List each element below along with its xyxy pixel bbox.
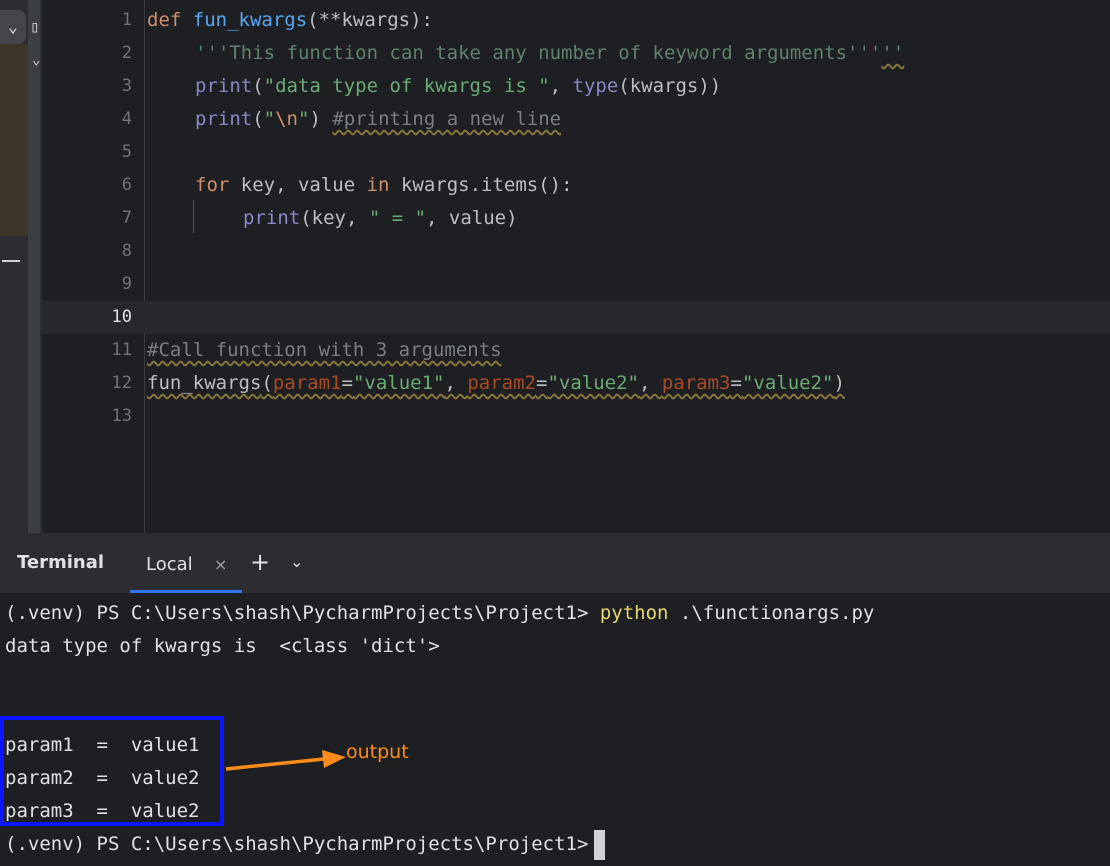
code-line[interactable]: 6 for key, value in kwargs.items(): (42, 169, 1110, 202)
code-line[interactable]: 11 #Call function with 3 arguments (42, 334, 1110, 367)
line-number: 10 (111, 307, 132, 327)
chevron-down-icon[interactable]: ⌄ (0, 10, 26, 44)
terminal-cursor (594, 829, 606, 860)
close-icon[interactable]: × (214, 555, 227, 574)
code-text: print("\n") #printing a new line (195, 108, 562, 130)
code-text: def fun_kwargs(**kwargs): (147, 9, 433, 31)
code-text: for key, value in kwargs.items(): (195, 174, 573, 196)
chevron-down-icon[interactable]: ⌄ (290, 552, 303, 571)
line-number: 9 (121, 274, 132, 294)
chevron-down-icon[interactable]: ⌄ (32, 52, 40, 68)
terminal-line: data type of kwargs is <class 'dict'> (5, 635, 440, 657)
line-number: 6 (121, 175, 132, 195)
terminal-title: Terminal (17, 552, 105, 573)
terminal-line: (.venv) PS C:\Users\shash\PycharmProject… (5, 602, 875, 624)
tab-local[interactable]: Local × (130, 540, 242, 593)
line-number: 3 (121, 76, 132, 96)
output-highlight-box (0, 716, 224, 826)
line-number: 13 (111, 406, 132, 426)
code-line[interactable]: 7 print(key, " = ", value) (42, 202, 1110, 235)
line-number: 11 (111, 340, 132, 360)
code-line-current[interactable]: 10 (42, 301, 1110, 334)
code-line[interactable]: 8 (42, 235, 1110, 268)
arrow-icon (225, 750, 346, 771)
minimize-icon[interactable] (2, 260, 20, 262)
plus-icon[interactable]: + (250, 548, 270, 576)
code-text: print("data type of kwargs is ", type(kw… (195, 75, 722, 97)
line-number: 1 (121, 10, 132, 30)
code-line[interactable]: 3 print("data type of kwargs is ", type(… (42, 70, 1110, 103)
output-annotation-label: output (346, 741, 409, 763)
code-line[interactable]: 5 (42, 136, 1110, 169)
code-line[interactable]: 13 (42, 400, 1110, 433)
terminal-prompt-line[interactable]: (.venv) PS C:\Users\shash\PycharmProject… (5, 828, 606, 861)
line-number: 12 (111, 373, 132, 393)
line-number: 7 (121, 208, 132, 228)
indent-guide (193, 200, 194, 233)
code-line[interactable]: 2 '''This function can take any number o… (42, 37, 1110, 70)
code-text: #Call function with 3 arguments (147, 339, 502, 361)
code-text: print(key, " = ", value) (243, 207, 518, 229)
line-number: 4 (121, 109, 132, 129)
panel-icon[interactable]: ▯ (30, 14, 40, 40)
code-text: fun_kwargs(param1="value1", param2="valu… (147, 372, 845, 394)
code-line[interactable]: 4 print("\n") #printing a new line (42, 103, 1110, 136)
code-line[interactable]: 12 fun_kwargs(param1="value1", param2="v… (42, 367, 1110, 400)
code-text: '''This function can take any number of … (195, 42, 905, 64)
tab-label: Local (146, 554, 193, 575)
project-panel-fragment (0, 44, 28, 236)
code-line[interactable]: 9 (42, 268, 1110, 301)
code-line[interactable]: 1 def fun_kwargs(**kwargs): (42, 4, 1110, 37)
line-number: 5 (121, 142, 132, 162)
line-number: 8 (121, 241, 132, 261)
left-scrollbar[interactable] (28, 0, 40, 533)
line-number: 2 (121, 43, 132, 63)
